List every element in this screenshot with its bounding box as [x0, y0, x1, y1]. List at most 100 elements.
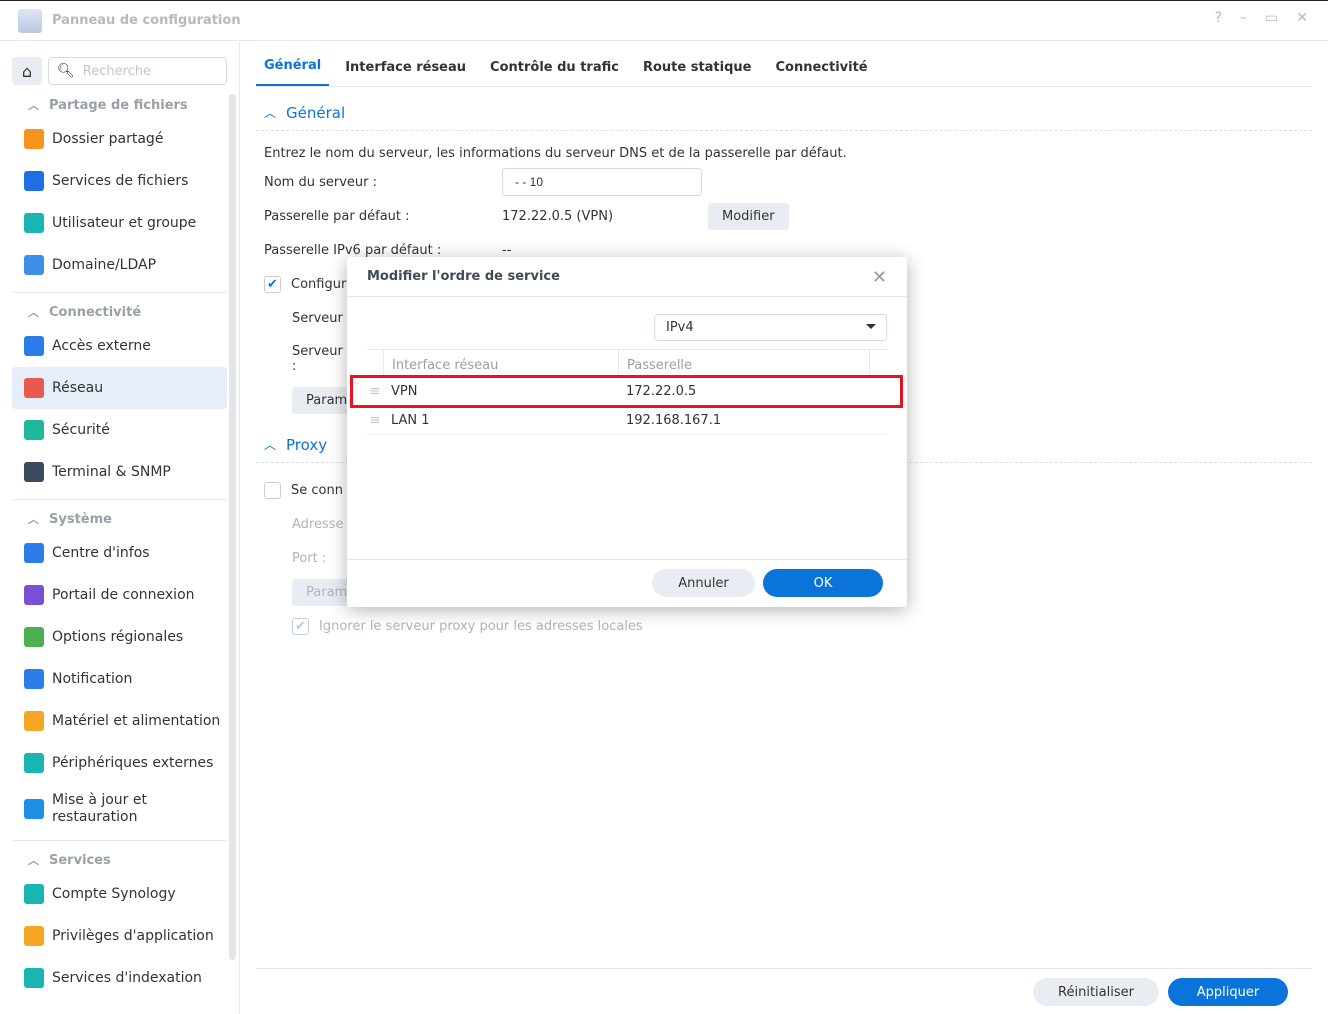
- sidebar-item[interactable]: Centre d'infos: [12, 532, 227, 574]
- table-row[interactable]: ≡ LAN 1 192.168.167.1: [367, 406, 887, 435]
- sidebar-item-label: Privilèges d'application: [52, 928, 214, 944]
- home-button[interactable]: ⌂: [12, 57, 42, 85]
- apply-button[interactable]: Appliquer: [1168, 978, 1288, 1006]
- gateway-cell: 192.168.167.1: [626, 412, 722, 428]
- modify-gateway-button[interactable]: Modifier: [708, 202, 789, 230]
- reset-button[interactable]: Réinitialiser: [1033, 978, 1159, 1006]
- gateway-value: 172.22.0.5 (VPN): [502, 208, 614, 224]
- sidebar-item-icon: [24, 420, 44, 440]
- tab-connectivity[interactable]: Connectivité: [767, 60, 875, 86]
- dns-checkbox-label: Configur: [291, 276, 347, 292]
- sidebar-item-label: Mise à jour et restauration: [52, 792, 147, 825]
- sidebar-item[interactable]: Accès externe: [12, 325, 227, 367]
- sidebar-item-label: Centre d'infos: [52, 545, 150, 561]
- sidebar-item[interactable]: Portail de connexion: [12, 574, 227, 616]
- sidebar-item-icon: [24, 255, 44, 275]
- proxy-checkbox-label: Se conn: [291, 482, 343, 498]
- sidebar-item-icon: [24, 129, 44, 149]
- sidebar-item[interactable]: Sécurité: [12, 409, 227, 451]
- minimize-icon[interactable]: –: [1240, 10, 1247, 26]
- footer-bar: Réinitialiser Appliquer: [256, 968, 1312, 1014]
- sidebar-item[interactable]: Services d'indexation: [12, 957, 227, 999]
- ipv6-gateway-label: Passerelle IPv6 par défaut :: [264, 242, 442, 258]
- sidebar-section-header[interactable]: ︿ Services: [12, 847, 227, 873]
- tab-general[interactable]: Général: [256, 58, 330, 86]
- sidebar-item[interactable]: Terminal & SNMP: [12, 451, 227, 493]
- sidebar-section-header[interactable]: ︿ Système: [12, 506, 227, 532]
- ipv6-gateway-value: --: [502, 242, 512, 258]
- proxy-checkbox[interactable]: [264, 481, 281, 499]
- sidebar-item[interactable]: Mise à jour et restauration: [12, 784, 227, 834]
- sidebar-item-label: Réseau: [52, 380, 104, 396]
- dns-checkbox[interactable]: ✔: [264, 275, 281, 293]
- bypass-checkbox[interactable]: ✔: [292, 617, 309, 635]
- interface-cell: LAN 1: [391, 412, 430, 428]
- sidebar-item-icon: [24, 753, 44, 773]
- sidebar-item[interactable]: Matériel et alimentation: [12, 700, 227, 742]
- service-order-dialog: Modifier l'ordre de service ✕ IPv4 Inter…: [347, 257, 907, 607]
- sidebar-item[interactable]: Notification: [12, 658, 227, 700]
- tab-bar: Général Interface réseau Contrôle du tra…: [256, 42, 1312, 87]
- sidebar-item[interactable]: Périphériques externes: [12, 742, 227, 784]
- cancel-button[interactable]: Annuler: [652, 569, 755, 597]
- tab-static-route[interactable]: Route statique: [635, 60, 760, 86]
- protocol-select[interactable]: IPv4: [654, 314, 887, 341]
- title-bar: Panneau de configuration ? – ▭ ✕: [0, 0, 1328, 41]
- chevron-up-icon: ︿: [264, 106, 277, 120]
- sidebar-item-icon: [24, 799, 44, 819]
- sidebar-divider: [12, 840, 227, 841]
- help-icon[interactable]: ?: [1215, 10, 1222, 26]
- search-input[interactable]: [82, 63, 213, 79]
- tab-network-interface[interactable]: Interface réseau: [337, 60, 474, 86]
- protocol-value: IPv4: [666, 320, 694, 335]
- maximize-icon[interactable]: ▭: [1265, 10, 1278, 26]
- sidebar-item[interactable]: Réseau: [12, 367, 227, 409]
- drag-handle-icon[interactable]: ≡: [367, 413, 383, 428]
- caret-down-icon: [866, 324, 876, 329]
- sidebar-item[interactable]: Dossier partagé: [12, 118, 227, 160]
- server-name-input[interactable]: [502, 168, 702, 196]
- sidebar-item[interactable]: Domaine/LDAP: [12, 244, 227, 286]
- check-icon: ✔: [295, 618, 306, 634]
- sidebar-nav: ︿ Partage de fichiers Dossier partagé Servi…: [12, 92, 227, 999]
- close-icon[interactable]: ✕: [872, 267, 887, 288]
- gateway-label: Passerelle par défaut :: [264, 208, 410, 224]
- sidebar-item[interactable]: Services de fichiers: [12, 160, 227, 202]
- sidebar-item-icon: [24, 378, 44, 398]
- sidebar-section-header[interactable]: ︿ Connectivité: [12, 299, 227, 325]
- search-box[interactable]: 🔍︎: [48, 57, 227, 85]
- sidebar-item[interactable]: Privilèges d'application: [12, 915, 227, 957]
- sidebar-item[interactable]: Utilisateur et groupe: [12, 202, 227, 244]
- sidebar-item-label: Compte Synology: [52, 886, 176, 902]
- sidebar-item-icon: [24, 926, 44, 946]
- dns-server2-label: Serveur: [292, 344, 343, 359]
- general-description: Entrez le nom du serveur, les informatio…: [264, 145, 847, 161]
- ok-button[interactable]: OK: [763, 569, 883, 597]
- sidebar-item-icon: [24, 627, 44, 647]
- sidebar-item[interactable]: Compte Synology: [12, 873, 227, 915]
- colon-label: :: [292, 359, 297, 374]
- section-label: Services: [49, 852, 111, 868]
- sidebar-item-icon: [24, 171, 44, 191]
- column-header-gateway[interactable]: Passerelle: [618, 350, 870, 377]
- bypass-checkbox-label: Ignorer le serveur proxy pour les adress…: [319, 618, 643, 634]
- sidebar-item[interactable]: Options régionales: [12, 616, 227, 658]
- sidebar-divider: [12, 499, 227, 500]
- check-icon: ✔: [267, 276, 278, 292]
- close-icon[interactable]: ✕: [1296, 10, 1308, 26]
- grip-column: [367, 350, 383, 377]
- sidebar-item-icon: [24, 968, 44, 988]
- sidebar-item-label: Sécurité: [52, 422, 110, 438]
- sidebar-section-header[interactable]: ︿ Partage de fichiers: [12, 92, 227, 118]
- tab-traffic-control[interactable]: Contrôle du trafic: [482, 60, 627, 86]
- general-section-header[interactable]: ︿ Général: [256, 95, 1312, 131]
- sidebar-item-label: Domaine/LDAP: [52, 257, 157, 273]
- chevron-up-icon: ︿: [28, 99, 39, 112]
- sidebar-item-icon: [24, 462, 44, 482]
- sidebar-item-label: Périphériques externes: [52, 755, 214, 771]
- section-title: Général: [286, 103, 346, 122]
- sidebar-scrollbar[interactable]: [229, 94, 236, 960]
- server-name-label: Nom du serveur :: [264, 174, 378, 190]
- column-header-interface[interactable]: Interface réseau: [383, 350, 618, 377]
- highlight-box: [350, 375, 903, 408]
